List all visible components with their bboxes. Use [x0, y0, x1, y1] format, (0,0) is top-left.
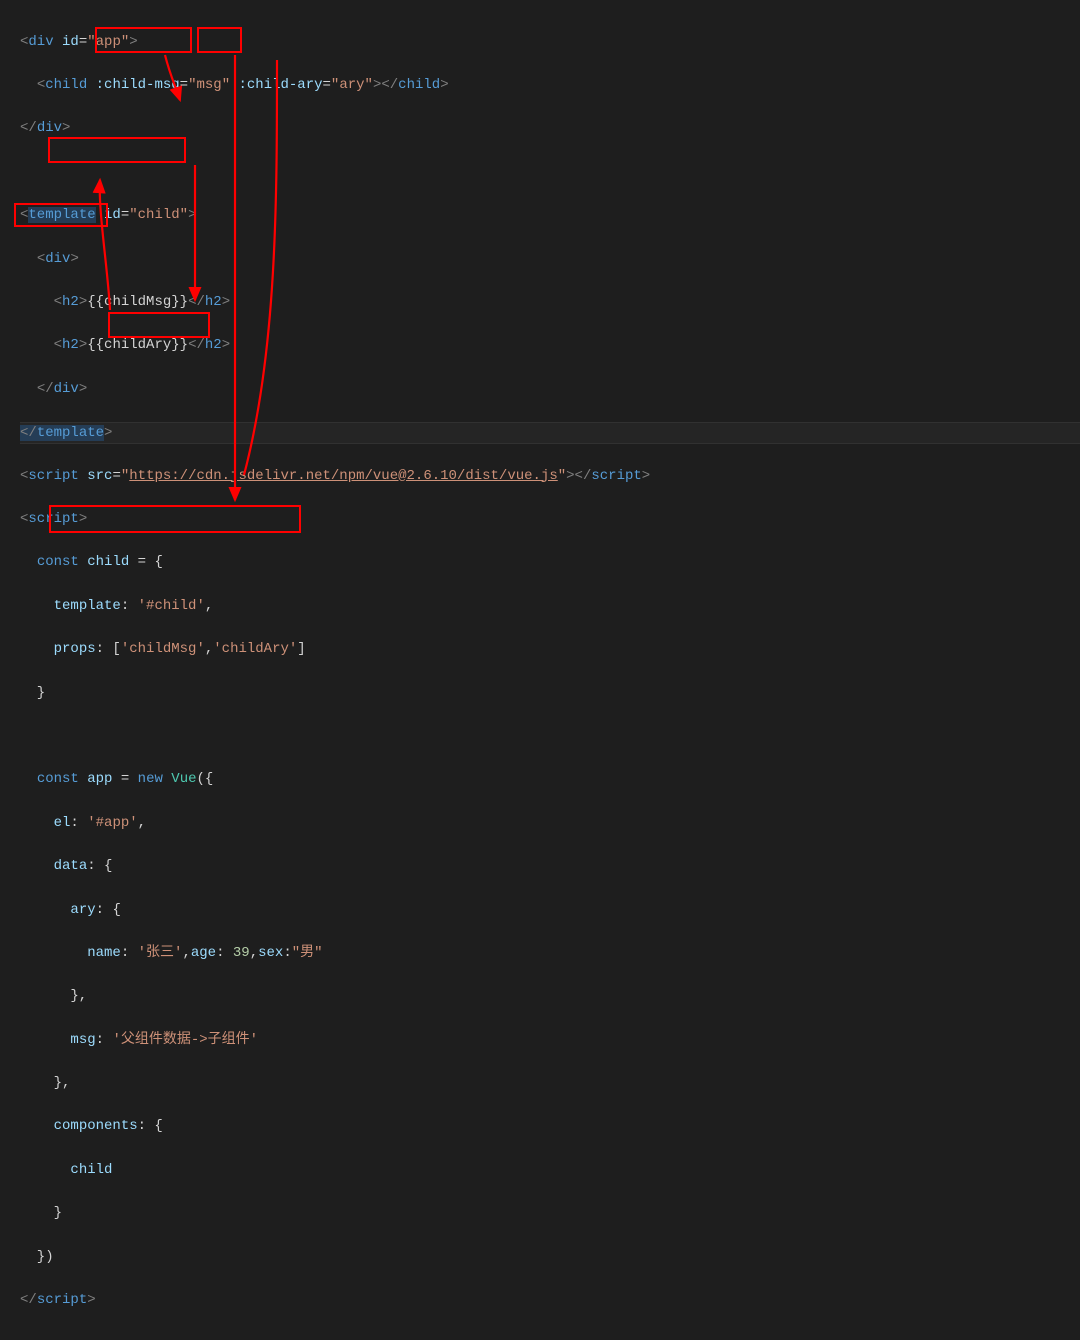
- kw-const: const: [37, 554, 79, 570]
- punct: >: [79, 337, 87, 353]
- val-props1: 'childMsg': [121, 641, 205, 657]
- punct: <: [54, 337, 62, 353]
- attr-id: id: [104, 207, 121, 223]
- quote: ": [121, 468, 129, 484]
- punct: </: [20, 1292, 37, 1308]
- mustache-childAry: {{childAry}}: [87, 337, 188, 353]
- prop-msg: msg: [70, 1032, 95, 1048]
- tag-script-close: script: [37, 1292, 87, 1308]
- var-app: app: [87, 771, 112, 787]
- kw-const: const: [37, 771, 79, 787]
- prop-data: data: [54, 858, 88, 874]
- prop-age: age: [191, 945, 216, 961]
- tag-h2: h2: [62, 337, 79, 353]
- punct: >: [642, 468, 650, 484]
- punct: >: [70, 251, 78, 267]
- punct: >: [188, 207, 196, 223]
- prop-el: el: [54, 815, 71, 831]
- quote: ": [222, 77, 230, 93]
- prop-ary: ary: [70, 902, 95, 918]
- punct: </: [20, 120, 37, 136]
- tag-script: script: [28, 468, 78, 484]
- val-app: app: [96, 34, 121, 50]
- punct: ></: [566, 468, 591, 484]
- quote: ": [365, 77, 373, 93]
- val-ary: ary: [339, 77, 364, 93]
- attr-id: id: [62, 34, 79, 50]
- punct: <: [54, 294, 62, 310]
- punct: >: [79, 381, 87, 397]
- val-el: '#app': [87, 815, 137, 831]
- tag-child-close: child: [398, 77, 440, 93]
- punct: ></: [373, 77, 398, 93]
- prop-sex: sex: [258, 945, 283, 961]
- punct: >: [62, 120, 70, 136]
- prop-props: props: [54, 641, 96, 657]
- punct: <: [37, 77, 45, 93]
- punct: >: [79, 294, 87, 310]
- mustache-childMsg: {{childMsg}}: [87, 294, 188, 310]
- punct: </: [20, 425, 37, 441]
- tag-template: template: [28, 207, 95, 223]
- val-props2: 'childAry': [213, 641, 297, 657]
- prop-components: components: [54, 1118, 138, 1134]
- equals: =: [112, 468, 120, 484]
- ref-child: child: [70, 1162, 112, 1178]
- tag-template-close: template: [37, 425, 104, 441]
- attr-src: src: [87, 468, 112, 484]
- punct: >: [87, 1292, 95, 1308]
- punct: </: [188, 294, 205, 310]
- quote: ": [87, 34, 95, 50]
- attr-child-ary: :child-ary: [239, 77, 323, 93]
- quote: ": [180, 207, 188, 223]
- val-name: '张三': [138, 945, 183, 961]
- tag-script: script: [28, 511, 78, 527]
- tag-h2-close: h2: [205, 337, 222, 353]
- code-editor[interactable]: <div id="app"> <child :child-msg="msg" :…: [0, 0, 1080, 1340]
- tag-div-close: div: [54, 381, 79, 397]
- val-msg: msg: [196, 77, 221, 93]
- punct: <: [37, 251, 45, 267]
- punct: </: [188, 337, 205, 353]
- kw-new: new: [138, 771, 163, 787]
- equals: =: [180, 77, 188, 93]
- script-src-url: https://cdn.jsdelivr.net/npm/vue@2.6.10/…: [129, 468, 557, 484]
- val-msg: '父组件数据->子组件': [112, 1032, 258, 1048]
- tag-child: child: [45, 77, 87, 93]
- class-vue: Vue: [171, 771, 196, 787]
- tag-div: div: [28, 34, 53, 50]
- punct: >: [222, 337, 230, 353]
- punct: >: [104, 425, 112, 441]
- prop-name: name: [87, 945, 121, 961]
- punct: >: [129, 34, 137, 50]
- equals: =: [323, 77, 331, 93]
- tag-h2: h2: [62, 294, 79, 310]
- quote: ": [129, 207, 137, 223]
- val-age: 39: [233, 945, 250, 961]
- val-sex: "男": [292, 945, 323, 961]
- punct: >: [222, 294, 230, 310]
- var-child: child: [87, 554, 129, 570]
- val-template: '#child': [138, 598, 205, 614]
- val-child: child: [138, 207, 180, 223]
- punct: >: [440, 77, 448, 93]
- punct: >: [79, 511, 87, 527]
- punct: </: [37, 381, 54, 397]
- tag-div-close: div: [37, 120, 62, 136]
- prop-template: template: [54, 598, 121, 614]
- tag-script-close: script: [591, 468, 641, 484]
- equals: =: [121, 207, 129, 223]
- text: [54, 34, 62, 50]
- quote: ": [558, 468, 566, 484]
- tag-div: div: [45, 251, 70, 267]
- equals: =: [79, 34, 87, 50]
- attr-child-msg: :child-msg: [96, 77, 180, 93]
- tag-h2-close: h2: [205, 294, 222, 310]
